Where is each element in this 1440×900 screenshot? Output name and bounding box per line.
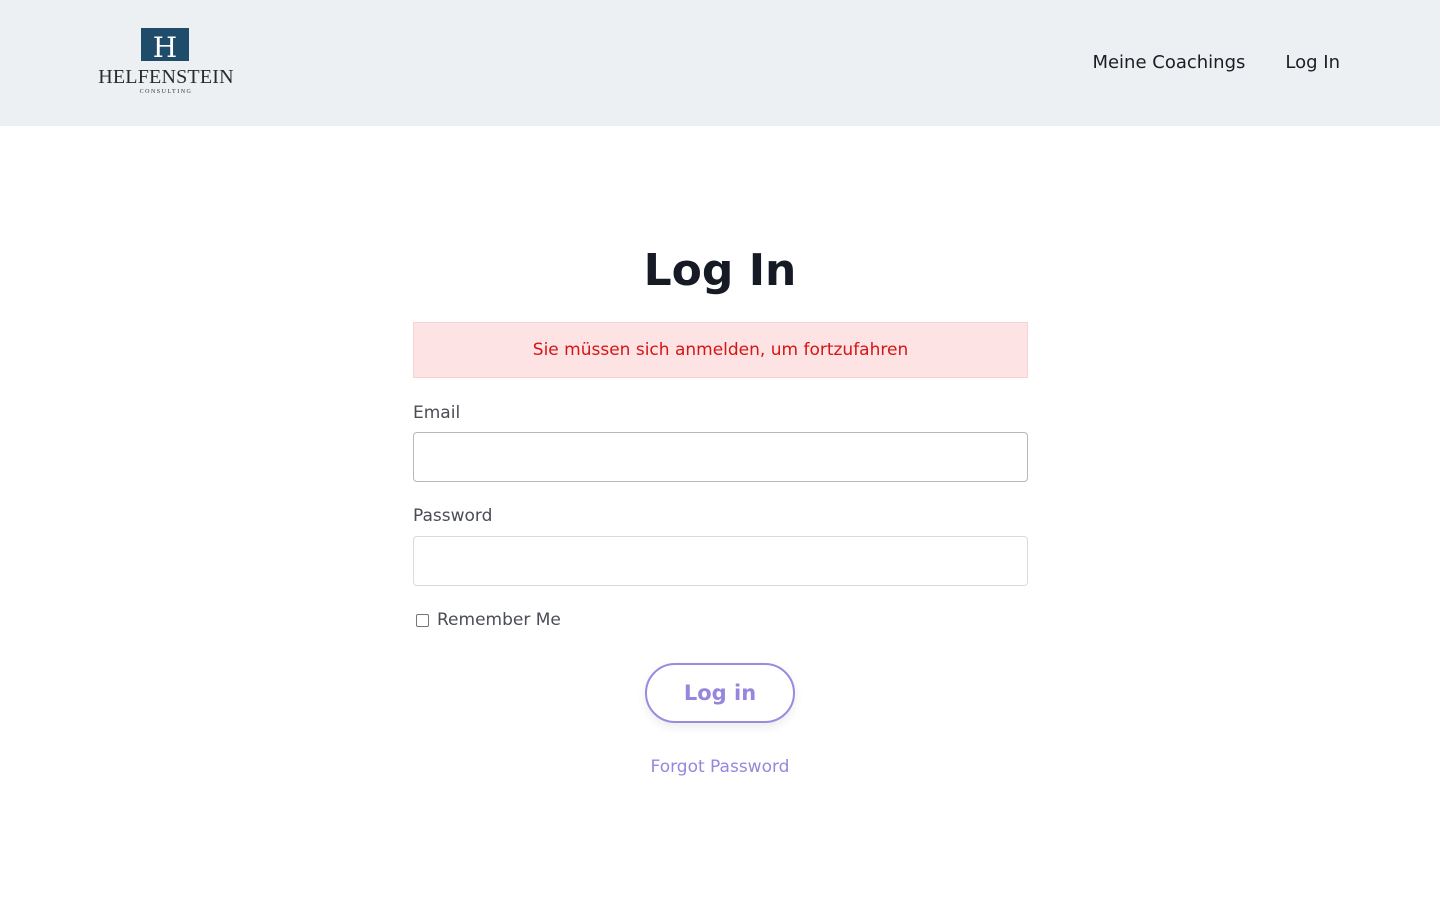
- remember-me-label[interactable]: Remember Me: [437, 607, 561, 633]
- forgot-password-row: Forgot Password: [0, 754, 1440, 780]
- email-field[interactable]: [413, 432, 1028, 482]
- main-nav: Meine Coachings Log In: [1092, 50, 1340, 76]
- site-logo[interactable]: H HELFENSTEIN CONSULTING: [88, 28, 244, 98]
- remember-me: Remember Me: [416, 607, 561, 633]
- login-button[interactable]: Log in: [645, 663, 795, 723]
- logo-mark-icon: H: [141, 28, 189, 61]
- site-header: H HELFENSTEIN CONSULTING Meine Coachings…: [0, 0, 1440, 126]
- forgot-password-link[interactable]: Forgot Password: [651, 757, 790, 777]
- nav-item-log-in[interactable]: Log In: [1285, 50, 1340, 76]
- nav-item-meine-coachings[interactable]: Meine Coachings: [1092, 50, 1245, 76]
- logo-subtitle: CONSULTING: [139, 89, 193, 95]
- logo-name: HELFENSTEIN: [98, 66, 234, 88]
- email-label: Email: [413, 403, 461, 423]
- remember-me-checkbox[interactable]: [416, 613, 429, 627]
- login-required-alert: Sie müssen sich anmelden, um fortzufahre…: [413, 322, 1028, 378]
- page-title: Log In: [643, 245, 797, 296]
- password-field[interactable]: [413, 536, 1028, 586]
- password-label: Password: [413, 506, 493, 526]
